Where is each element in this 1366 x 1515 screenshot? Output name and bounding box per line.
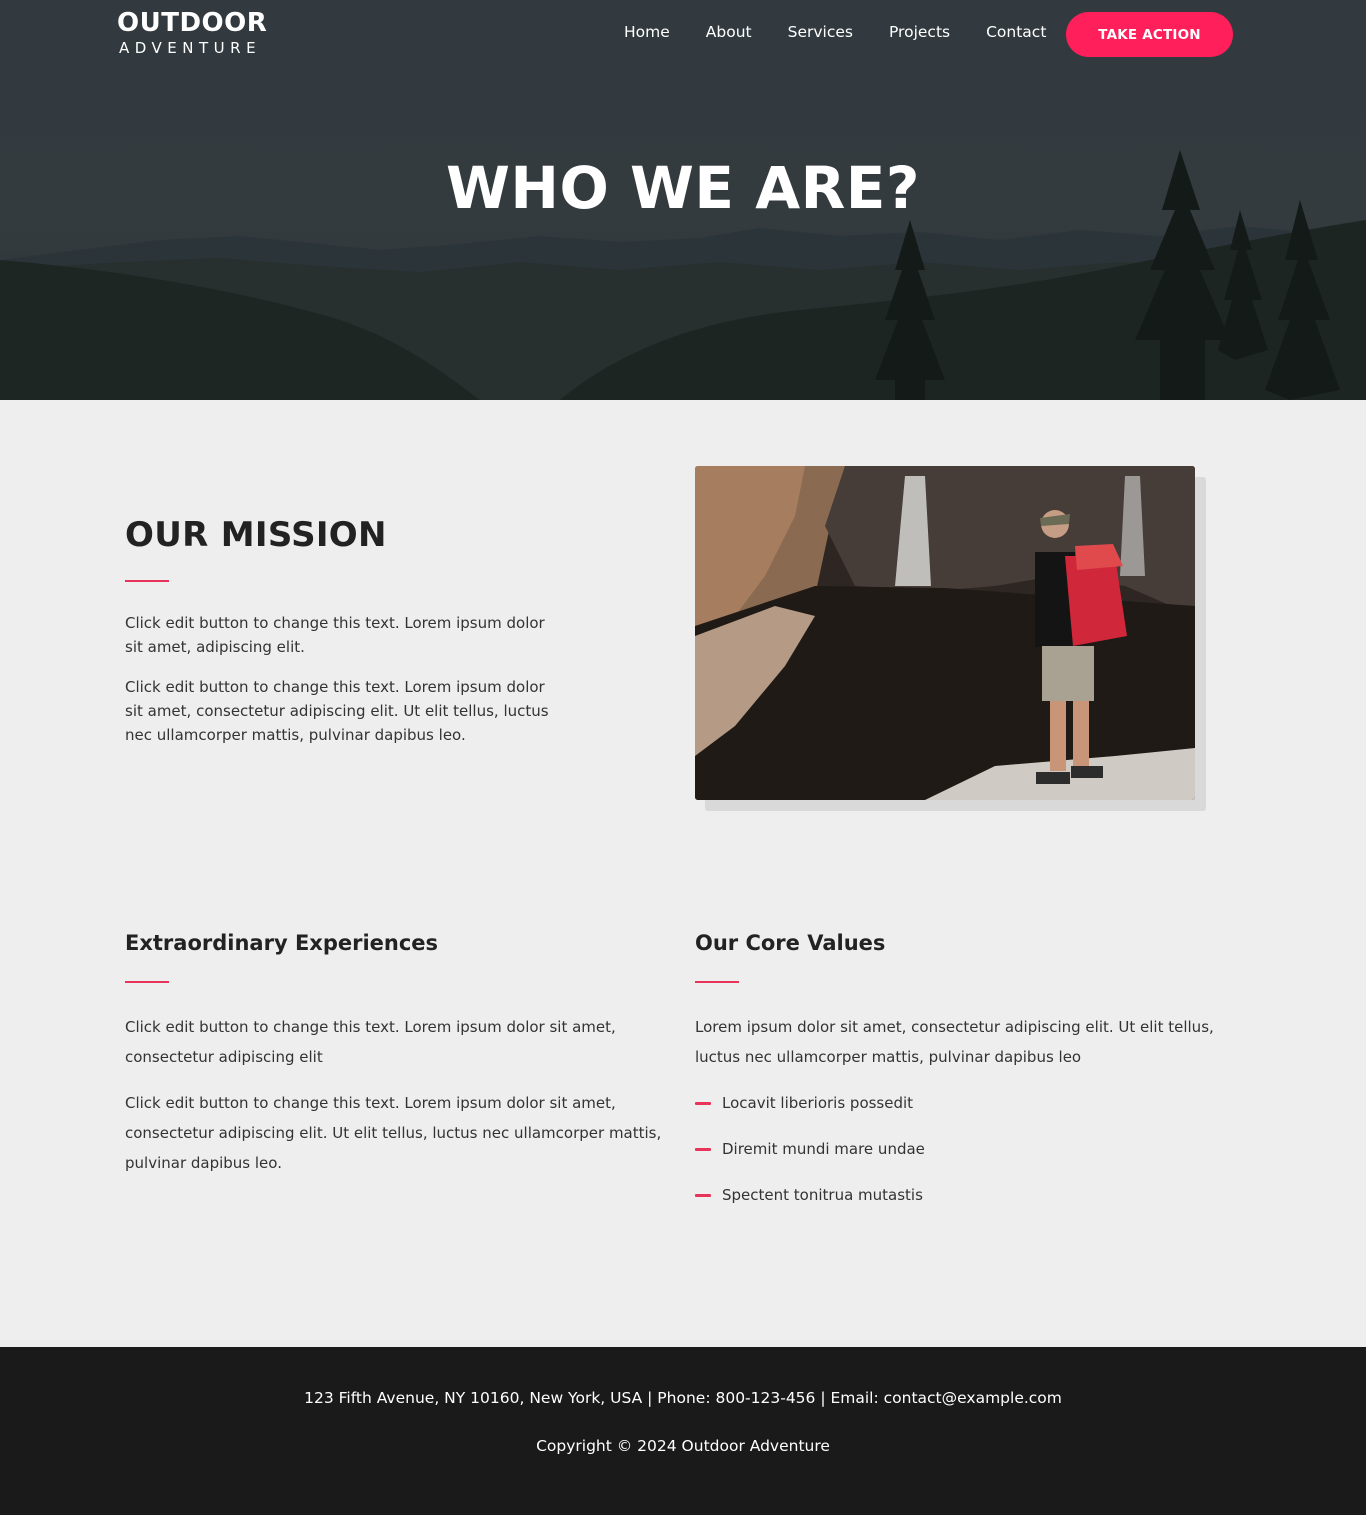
list-item: Locavit liberioris possedit	[695, 1090, 925, 1136]
nav-item-projects[interactable]: Projects	[889, 22, 950, 42]
core-values-list: Locavit liberioris possedit Diremit mund…	[695, 1090, 925, 1228]
list-item: Spectent tonitrua mutastis	[695, 1182, 925, 1228]
mission-heading: OUR MISSION	[125, 515, 387, 555]
list-item: Diremit mundi mare undae	[695, 1136, 925, 1182]
nav-item-home[interactable]: Home	[624, 22, 670, 42]
footer-copyright: Copyright © 2024 Outdoor Adventure	[536, 1437, 830, 1455]
mission-divider	[125, 580, 169, 582]
list-item-label: Spectent tonitrua mutastis	[722, 1186, 923, 1204]
experiences-divider	[125, 981, 169, 983]
brand-logo[interactable]: OUTDOOR ADVENTURE	[117, 8, 267, 58]
nav-item-contact[interactable]: Contact	[986, 22, 1046, 42]
core-values-divider	[695, 981, 739, 983]
page-title: WHO WE ARE?	[445, 154, 921, 222]
experiences-paragraph: Click edit button to change this text. L…	[125, 1094, 662, 1172]
brand-tagline: ADVENTURE	[119, 39, 262, 57]
mission-paragraph: Click edit button to change this text. L…	[125, 678, 549, 744]
hero-section: OUTDOOR ADVENTURE Home About Services Pr…	[0, 0, 1366, 400]
core-values-heading: Our Core Values	[695, 931, 886, 955]
dash-icon	[695, 1194, 711, 1197]
dash-icon	[695, 1102, 711, 1105]
dash-icon	[695, 1148, 711, 1151]
experiences-paragraph: Click edit button to change this text. L…	[125, 1018, 616, 1066]
site-footer: 123 Fifth Avenue, NY 10160, New York, US…	[0, 1347, 1366, 1515]
main-nav: Home About Services Projects Contact	[624, 22, 1082, 42]
take-action-button[interactable]: TAKE ACTION	[1066, 12, 1233, 57]
nav-item-about[interactable]: About	[706, 22, 752, 42]
brand-name: OUTDOOR	[117, 8, 268, 38]
hiker-waterfall-photo	[695, 466, 1195, 800]
core-values-intro: Lorem ipsum dolor sit amet, consectetur …	[695, 1018, 1214, 1066]
experiences-heading: Extraordinary Experiences	[125, 931, 439, 955]
nav-item-services[interactable]: Services	[788, 22, 853, 42]
list-item-label: Locavit liberioris possedit	[722, 1094, 914, 1112]
footer-contact-info: 123 Fifth Avenue, NY 10160, New York, US…	[304, 1389, 1062, 1407]
list-item-label: Diremit mundi mare undae	[722, 1140, 925, 1158]
mission-paragraph: Click edit button to change this text. L…	[125, 614, 545, 656]
